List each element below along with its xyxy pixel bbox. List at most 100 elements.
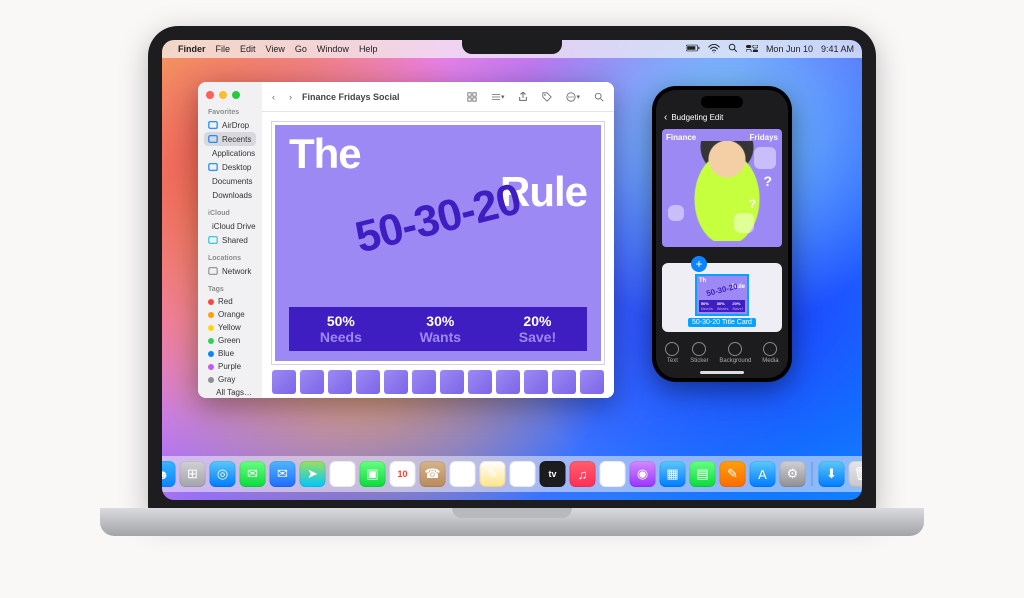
gallery-thumbnail[interactable] bbox=[300, 370, 324, 394]
sidebar-item-red[interactable]: Red bbox=[204, 295, 256, 308]
sidebar-item-label: Documents bbox=[212, 177, 252, 186]
tag-button[interactable] bbox=[538, 90, 556, 104]
search-icon[interactable] bbox=[728, 43, 738, 55]
dock-trash[interactable]: 🗑 bbox=[849, 461, 863, 487]
dock-app-photos[interactable]: ✿ bbox=[330, 461, 356, 487]
gallery-thumbnail[interactable] bbox=[468, 370, 492, 394]
dock-app-podcasts[interactable]: ◉ bbox=[630, 461, 656, 487]
dock-app-numbers[interactable]: ▤ bbox=[690, 461, 716, 487]
share-button[interactable] bbox=[514, 90, 532, 104]
sidebar-item-recents[interactable]: Recents bbox=[204, 132, 256, 146]
editor-tab-text[interactable]: Text bbox=[665, 342, 679, 364]
asset-thumbnail-selected[interactable]: Th 50-30-20 Rule 50%Needs30%Wants20%Save… bbox=[695, 274, 749, 316]
dock-app-freeform[interactable]: ✏ bbox=[510, 461, 536, 487]
dock-app-launchpad[interactable]: ⊞ bbox=[180, 461, 206, 487]
gallery-thumbnail[interactable] bbox=[440, 370, 464, 394]
dock-app-calendar[interactable]: 10 bbox=[390, 461, 416, 487]
dock-app-notes[interactable]: ✎ bbox=[480, 461, 506, 487]
dock-downloads[interactable]: ⬇ bbox=[819, 461, 845, 487]
dock-app-news[interactable]: N bbox=[600, 461, 626, 487]
gallery-thumbnail[interactable] bbox=[272, 370, 296, 394]
dock-app-keynote[interactable]: ▦ bbox=[660, 461, 686, 487]
nav-forward-button[interactable]: › bbox=[285, 90, 296, 104]
sidebar-item-downloads[interactable]: Downloads bbox=[204, 188, 256, 202]
sidebar-item-gray[interactable]: Gray bbox=[204, 373, 256, 386]
finder-main: ‹ › Finance Fridays Social ▾ ▾ The 50-30… bbox=[262, 82, 614, 398]
app-menu[interactable]: Finder bbox=[178, 44, 206, 54]
dock-app-tv[interactable]: tv bbox=[540, 461, 566, 487]
dock-app-pages[interactable]: ✎ bbox=[720, 461, 746, 487]
sidebar-item-all-tags-[interactable]: All Tags… bbox=[204, 386, 256, 398]
gallery-thumbnail[interactable] bbox=[328, 370, 352, 394]
sidebar-item-purple[interactable]: Purple bbox=[204, 360, 256, 373]
menubar-time[interactable]: 9:41 AM bbox=[821, 44, 854, 54]
view-icons-button[interactable] bbox=[463, 90, 481, 104]
nav-back-button[interactable]: ‹ bbox=[268, 90, 279, 104]
gallery-thumbnail[interactable] bbox=[580, 370, 604, 394]
question-mark-sticker[interactable]: ? bbox=[749, 197, 756, 211]
back-button[interactable]: ‹ bbox=[664, 112, 667, 123]
dock-app-maps[interactable]: ➤ bbox=[300, 461, 326, 487]
wifi-icon[interactable] bbox=[708, 44, 720, 55]
menu-item-go[interactable]: Go bbox=[295, 44, 307, 54]
sidebar-item-network[interactable]: Network bbox=[204, 264, 256, 278]
dock-app-appstore[interactable]: A bbox=[750, 461, 776, 487]
menu-item-window[interactable]: Window bbox=[317, 44, 349, 54]
sidebar-item-icloud-drive[interactable]: iCloud Drive bbox=[204, 219, 256, 233]
action-button[interactable]: ▾ bbox=[562, 90, 584, 104]
sidebar-item-airdrop[interactable]: AirDrop bbox=[204, 118, 256, 132]
gallery-thumbnail[interactable] bbox=[384, 370, 408, 394]
sidebar-item-green[interactable]: Green bbox=[204, 334, 256, 347]
menu-item-edit[interactable]: Edit bbox=[240, 44, 256, 54]
minimize-button[interactable] bbox=[219, 91, 227, 99]
gallery-thumbnail-strip bbox=[272, 364, 604, 394]
sidebar-item-blue[interactable]: Blue bbox=[204, 347, 256, 360]
editor-canvas[interactable]: Finance Fridays ? ? bbox=[662, 129, 782, 247]
group-button[interactable]: ▾ bbox=[487, 90, 509, 104]
dock-app-contacts[interactable]: ☎ bbox=[420, 461, 446, 487]
control-center-icon[interactable] bbox=[746, 44, 758, 54]
dock-app-messages[interactable]: ✉ bbox=[240, 461, 266, 487]
gallery-thumbnail[interactable] bbox=[496, 370, 520, 394]
zoom-button[interactable] bbox=[232, 91, 240, 99]
editor-tab-background[interactable]: Background bbox=[719, 342, 751, 364]
dock-app-mail[interactable]: ✉ bbox=[270, 461, 296, 487]
tag-dot-icon bbox=[208, 312, 214, 318]
macbook-frame: Finder File Edit View Go Window Help Mon Jun … bbox=[148, 26, 876, 514]
menu-item-help[interactable]: Help bbox=[359, 44, 378, 54]
sidebar-item-orange[interactable]: Orange bbox=[204, 308, 256, 321]
close-button[interactable] bbox=[206, 91, 214, 99]
gallery-thumbnail[interactable] bbox=[552, 370, 576, 394]
sticker-shape[interactable] bbox=[754, 147, 776, 169]
search-button[interactable] bbox=[590, 90, 608, 104]
dock-app-safari[interactable]: ◎ bbox=[210, 461, 236, 487]
sidebar-item-documents[interactable]: Documents bbox=[204, 174, 256, 188]
gallery-thumbnail[interactable] bbox=[524, 370, 548, 394]
menubar-date[interactable]: Mon Jun 10 bbox=[766, 44, 813, 54]
dock-app-settings[interactable]: ⚙ bbox=[780, 461, 806, 487]
sidebar-group-title: Favorites bbox=[204, 107, 256, 118]
dock-app-music[interactable]: ♫ bbox=[570, 461, 596, 487]
sticker-shape[interactable] bbox=[734, 213, 754, 233]
sidebar-item-desktop[interactable]: Desktop bbox=[204, 160, 256, 174]
sidebar-icon bbox=[208, 162, 218, 172]
dock-app-finder[interactable]: ☻ bbox=[162, 461, 176, 487]
sidebar-item-applications[interactable]: Applications bbox=[204, 146, 256, 160]
gallery-thumbnail[interactable] bbox=[356, 370, 380, 394]
question-mark-sticker[interactable]: ? bbox=[763, 173, 772, 189]
gallery-thumbnail[interactable] bbox=[412, 370, 436, 394]
sidebar-item-shared[interactable]: Shared bbox=[204, 233, 256, 247]
window-controls bbox=[204, 88, 256, 107]
dock-app-facetime[interactable]: ▣ bbox=[360, 461, 386, 487]
menu-item-file[interactable]: File bbox=[216, 44, 231, 54]
home-indicator[interactable] bbox=[700, 371, 744, 374]
editor-tab-sticker[interactable]: Sticker bbox=[690, 342, 708, 364]
editor-tab-media[interactable]: Media bbox=[762, 342, 778, 364]
sidebar-item-yellow[interactable]: Yellow bbox=[204, 321, 256, 334]
menu-item-view[interactable]: View bbox=[266, 44, 285, 54]
add-asset-button[interactable]: + bbox=[691, 256, 707, 272]
sticker-shape[interactable] bbox=[668, 205, 684, 221]
gallery-preview-image[interactable]: The 50-30-20 Rule 50%Needs30%Wants20%Sav… bbox=[272, 122, 604, 364]
dock-app-reminders[interactable]: ☰ bbox=[450, 461, 476, 487]
battery-icon[interactable] bbox=[686, 44, 700, 54]
